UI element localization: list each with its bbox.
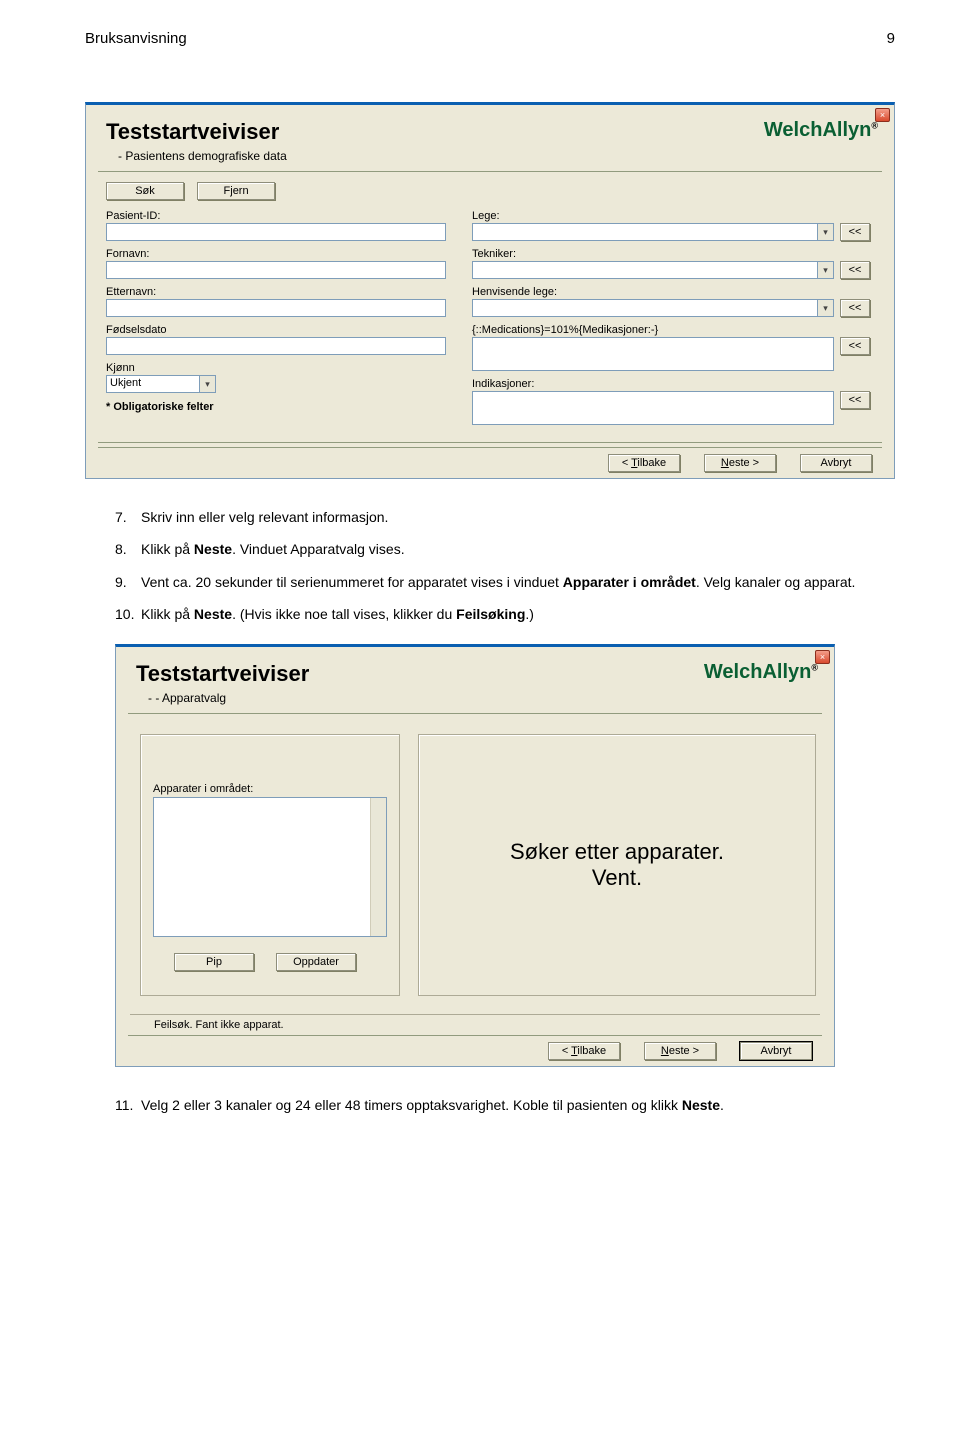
device-list-panel: Apparater i området: Pip Oppdater: [140, 734, 400, 996]
feilsok-status: Feilsøk. Fant ikke apparat.: [130, 1014, 820, 1031]
device-listbox[interactable]: [153, 797, 387, 937]
indik-ll-button[interactable]: <<: [840, 391, 870, 409]
label-fornavn: Fornavn:: [106, 248, 446, 260]
cancel-button[interactable]: Avbryt: [740, 1042, 812, 1060]
indikasjoner-field[interactable]: [472, 391, 834, 425]
oppdater-button[interactable]: Oppdater: [276, 953, 356, 971]
step-10: 10.Klikk på Neste. (Hvis ikke noe tall v…: [115, 604, 895, 624]
clear-button[interactable]: Fjern: [197, 182, 275, 200]
step-11: 11.Velg 2 eller 3 kanaler og 24 eller 48…: [115, 1095, 895, 1115]
step-8: 8.Klikk på Neste. Vinduet Apparatvalg vi…: [115, 539, 895, 559]
med-ll-button[interactable]: <<: [840, 337, 870, 355]
fornavn-field[interactable]: [106, 261, 446, 279]
step-7: 7.Skriv inn eller velg relevant informas…: [115, 507, 895, 527]
pip-button[interactable]: Pip: [174, 953, 254, 971]
wizard-subtitle: - Pasientens demografiske data: [118, 149, 287, 163]
label-etternavn: Etternavn:: [106, 286, 446, 298]
tekniker-ll-button[interactable]: <<: [840, 261, 870, 279]
instruction-steps-a: 7.Skriv inn eller velg relevant informas…: [115, 507, 895, 624]
search-button[interactable]: Søk: [106, 182, 184, 200]
fodsel-field[interactable]: [106, 337, 446, 355]
label-tekniker: Tekniker:: [472, 248, 880, 260]
search-status-line2: Vent.: [510, 865, 724, 891]
wizard-window-apparatvalg: × Teststartveiviser - - Apparatvalg Welc…: [115, 644, 835, 1067]
kjonn-select[interactable]: Ukjent ▾: [106, 375, 216, 393]
label-pasientid: Pasient-ID:: [106, 210, 446, 222]
back-button[interactable]: < Tilbake: [608, 454, 680, 472]
next-button[interactable]: Neste >: [704, 454, 776, 472]
label-medications: {::Medications}=101%{Medikasjoner:-}: [472, 324, 880, 336]
label-kjonn: Kjønn: [106, 362, 216, 374]
wizard-title: Teststartveiviser: [106, 119, 287, 145]
wizard-subtitle: - - Apparatvalg: [148, 691, 309, 705]
lege-select[interactable]: ▾: [472, 223, 834, 241]
label-indikasjoner: Indikasjoner:: [472, 378, 880, 390]
tekniker-select[interactable]: ▾: [472, 261, 834, 279]
header-right: 9: [887, 30, 895, 47]
wizard-title: Teststartveiviser: [136, 661, 309, 687]
step-9: 9.Vent ca. 20 sekunder til serienummeret…: [115, 572, 895, 592]
header-left: Bruksanvisning: [85, 30, 187, 47]
label-lege: Lege:: [472, 210, 880, 222]
etternavn-field[interactable]: [106, 299, 446, 317]
instruction-steps-b: 11.Velg 2 eller 3 kanaler og 24 eller 48…: [115, 1095, 895, 1115]
required-note: * Obligatoriske felter: [106, 401, 446, 413]
pasientid-field[interactable]: [106, 223, 446, 241]
lege-ll-button[interactable]: <<: [840, 223, 870, 241]
welchallyn-logo: WelchAllyn®: [704, 661, 818, 684]
wizard-window-demographics: × Teststartveiviser - Pasientens demogra…: [85, 102, 895, 479]
close-icon[interactable]: ×: [875, 108, 890, 122]
search-status-line1: Søker etter apparater.: [510, 839, 724, 865]
label-apparater: Apparater i området:: [153, 783, 387, 795]
search-status-panel: Søker etter apparater. Vent.: [418, 734, 816, 996]
page-header: Bruksanvisning 9: [85, 30, 895, 47]
close-icon[interactable]: ×: [815, 650, 830, 664]
henv-ll-button[interactable]: <<: [840, 299, 870, 317]
henvisende-select[interactable]: ▾: [472, 299, 834, 317]
welchallyn-logo: WelchAllyn®: [764, 119, 878, 142]
medications-field[interactable]: [472, 337, 834, 371]
label-henvisende: Henvisende lege:: [472, 286, 880, 298]
chevron-down-icon[interactable]: ▾: [818, 223, 834, 241]
label-fodsel: Fødselsdato: [106, 324, 446, 336]
scrollbar[interactable]: [370, 798, 386, 936]
back-button[interactable]: < Tilbake: [548, 1042, 620, 1060]
chevron-down-icon[interactable]: ▾: [200, 375, 216, 393]
cancel-button[interactable]: Avbryt: [800, 454, 872, 472]
chevron-down-icon[interactable]: ▾: [818, 299, 834, 317]
chevron-down-icon[interactable]: ▾: [818, 261, 834, 279]
next-button[interactable]: Neste >: [644, 1042, 716, 1060]
